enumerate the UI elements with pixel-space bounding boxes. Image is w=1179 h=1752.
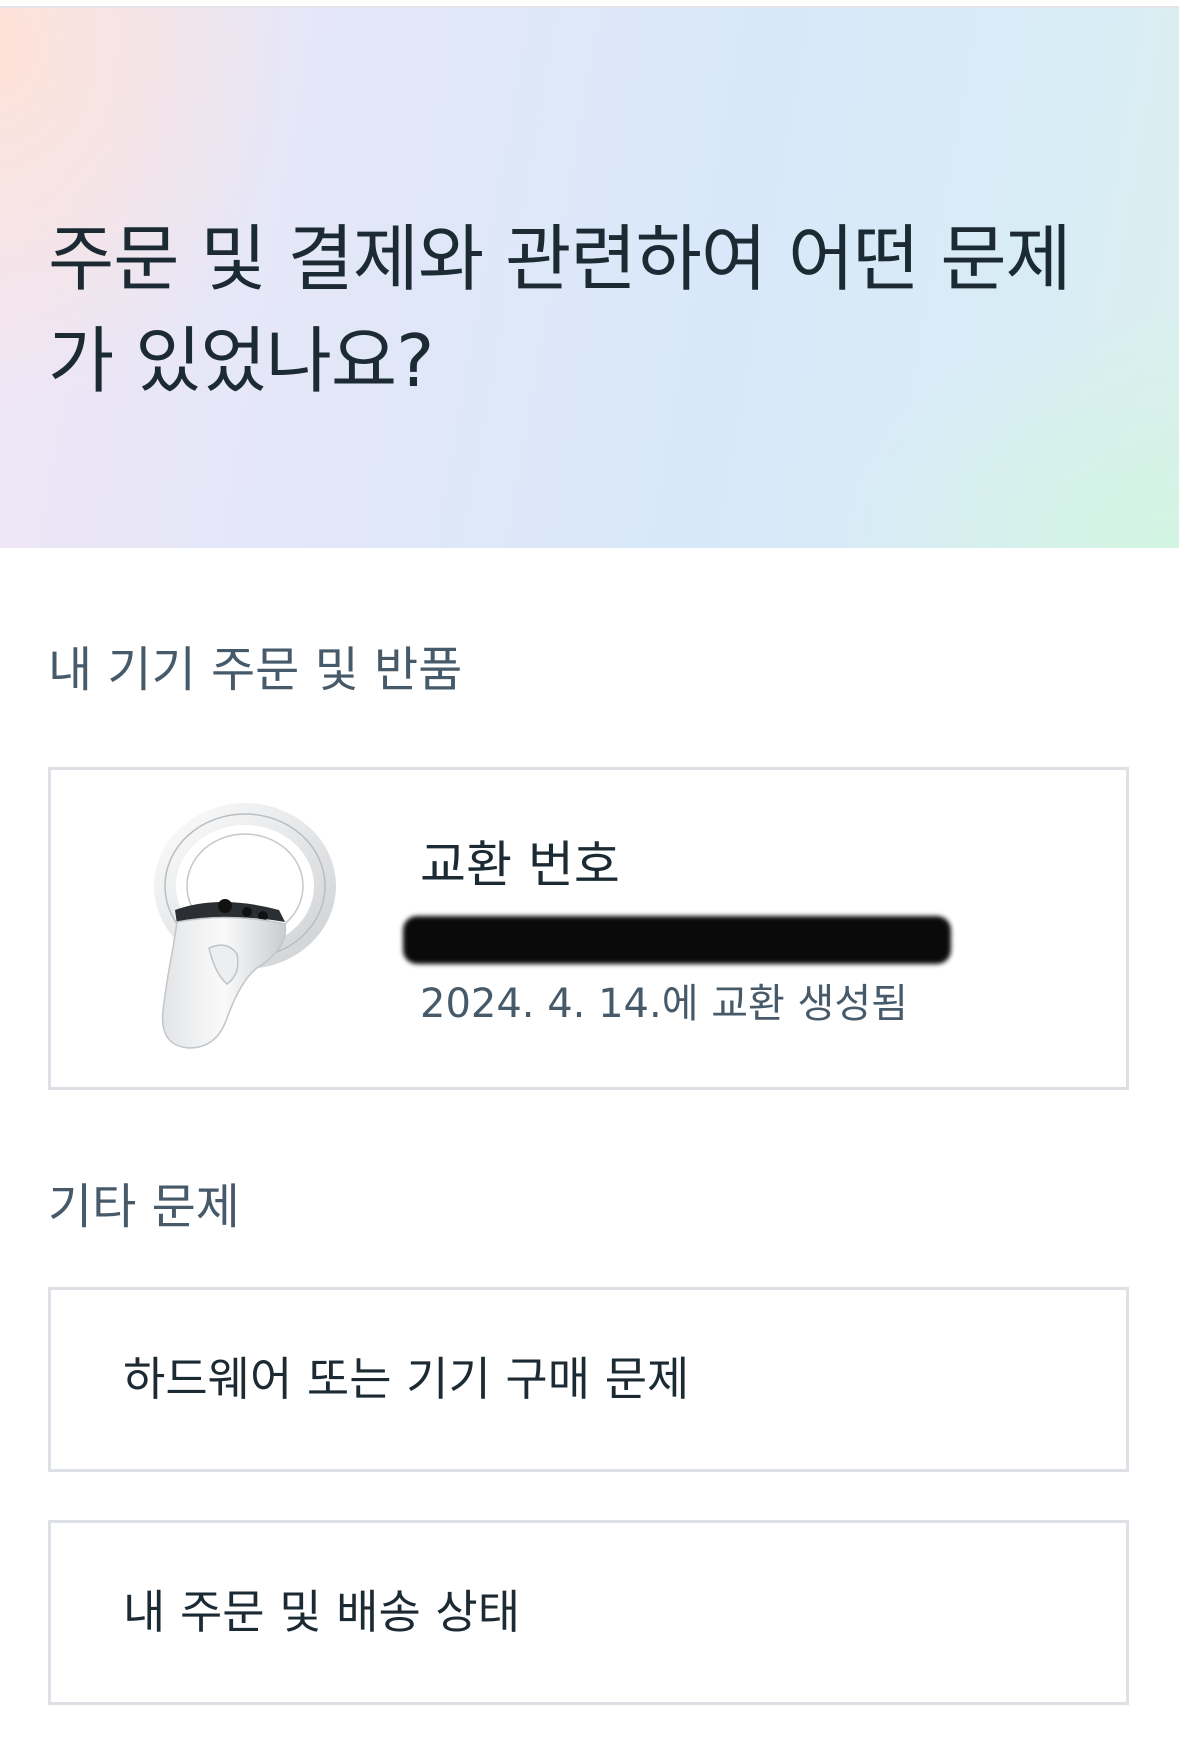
issue-item-order-shipping-status[interactable]: 내 주문 및 배송 상태 (48, 1520, 1129, 1705)
orders-section-title: 내 기기 주문 및 반품 (48, 642, 463, 698)
issue-item-label: 하드웨어 또는 기기 구매 문제 (123, 1352, 690, 1406)
exchange-order-card[interactable]: 교환 번호 2024. 4. 14.에 교환 생성됨 (48, 767, 1129, 1090)
issue-item-hardware-purchase[interactable]: 하드웨어 또는 기기 구매 문제 (48, 1287, 1129, 1472)
issue-item-label: 내 주문 및 배송 상태 (123, 1585, 521, 1639)
top-divider (0, 0, 1179, 8)
exchange-created-date: 2024. 4. 14.에 교환 생성됨 (420, 981, 908, 1027)
other-issues-section-title: 기타 문제 (48, 1179, 240, 1235)
vr-controller-image (154, 803, 336, 1049)
page-title: 주문 및 결제와 관련하여 어떤 문제가 있었나요? (48, 217, 1072, 403)
exchange-number-label: 교환 번호 (420, 836, 620, 894)
redacted-exchange-number (403, 916, 951, 964)
hero-banner: 주문 및 결제와 관련하여 어떤 문제가 있었나요? (0, 8, 1179, 548)
